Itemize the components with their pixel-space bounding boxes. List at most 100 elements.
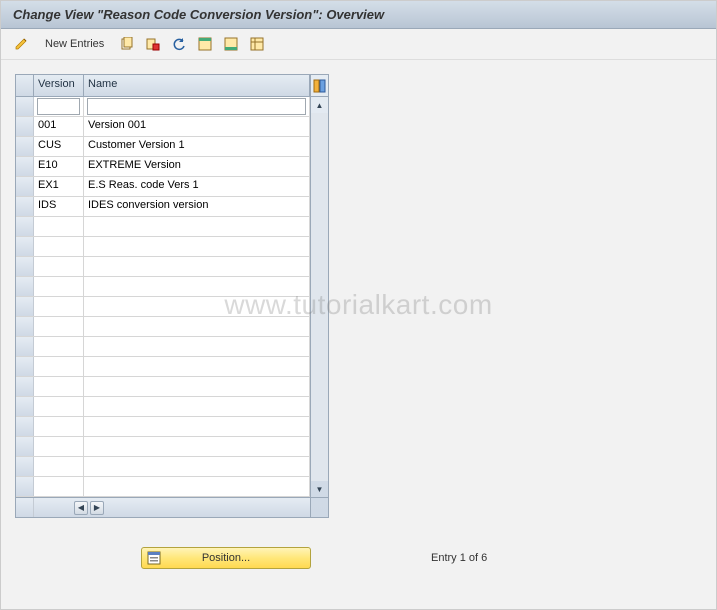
cell-version[interactable] bbox=[34, 377, 84, 396]
position-icon bbox=[146, 550, 162, 566]
table-row bbox=[16, 457, 310, 477]
cell-name[interactable] bbox=[84, 337, 310, 356]
row-selector[interactable] bbox=[16, 437, 34, 456]
table-row bbox=[16, 317, 310, 337]
cell-name[interactable]: Version 001 bbox=[84, 117, 310, 136]
cell-name[interactable] bbox=[84, 477, 310, 496]
scrollbar-track[interactable] bbox=[311, 113, 328, 481]
cell-version[interactable]: E10 bbox=[34, 157, 84, 176]
undo-icon[interactable] bbox=[170, 35, 188, 53]
row-selector[interactable] bbox=[16, 297, 34, 316]
data-table: Version Name 001 Version 001 CUS Custome… bbox=[15, 74, 311, 518]
cell-name[interactable] bbox=[84, 437, 310, 456]
cell-name[interactable]: EXTREME Version bbox=[84, 157, 310, 176]
cell-name[interactable] bbox=[84, 257, 310, 276]
version-input[interactable] bbox=[38, 99, 79, 114]
table-settings-icon[interactable] bbox=[248, 35, 266, 53]
row-selector[interactable] bbox=[16, 457, 34, 476]
table-row bbox=[16, 357, 310, 377]
cell-version[interactable] bbox=[34, 297, 84, 316]
cell-name[interactable] bbox=[84, 297, 310, 316]
new-entries-button[interactable]: New Entries bbox=[39, 36, 110, 52]
cell-version[interactable]: IDS bbox=[34, 197, 84, 216]
scroll-left-icon[interactable]: ◀ bbox=[74, 501, 88, 515]
cell-name[interactable]: Customer Version 1 bbox=[84, 137, 310, 156]
table-row bbox=[16, 337, 310, 357]
cell-name[interactable] bbox=[84, 237, 310, 256]
row-selector[interactable] bbox=[16, 237, 34, 256]
cell-name[interactable] bbox=[84, 217, 310, 236]
cell-version[interactable] bbox=[34, 417, 84, 436]
row-selector[interactable] bbox=[16, 157, 34, 176]
row-selector[interactable] bbox=[16, 417, 34, 436]
table-row bbox=[16, 397, 310, 417]
row-selector[interactable] bbox=[16, 337, 34, 356]
row-selector[interactable] bbox=[16, 97, 34, 116]
cell-name[interactable] bbox=[84, 377, 310, 396]
page-title: Change View "Reason Code Conversion Vers… bbox=[1, 1, 716, 29]
column-header-name[interactable]: Name bbox=[84, 75, 310, 96]
cell-name[interactable] bbox=[84, 277, 310, 296]
scroll-down-icon[interactable]: ▼ bbox=[311, 481, 328, 497]
table-row bbox=[16, 377, 310, 397]
row-selector[interactable] bbox=[16, 257, 34, 276]
cell-version[interactable]: 001 bbox=[34, 117, 84, 136]
row-selector[interactable] bbox=[16, 317, 34, 336]
table-row bbox=[16, 297, 310, 317]
name-input[interactable] bbox=[88, 99, 305, 114]
cell-name[interactable]: IDES conversion version bbox=[84, 197, 310, 216]
row-selector[interactable] bbox=[16, 137, 34, 156]
cell-name[interactable] bbox=[84, 417, 310, 436]
delete-row-icon[interactable] bbox=[144, 35, 162, 53]
select-all-icon[interactable] bbox=[196, 35, 214, 53]
cell-version[interactable] bbox=[34, 277, 84, 296]
row-selector[interactable] bbox=[16, 477, 34, 496]
table-row: 001 Version 001 bbox=[16, 117, 310, 137]
cell-version[interactable]: EX1 bbox=[34, 177, 84, 196]
row-selector[interactable] bbox=[16, 217, 34, 236]
table-row: CUS Customer Version 1 bbox=[16, 137, 310, 157]
cell-version[interactable] bbox=[34, 477, 84, 496]
position-button[interactable]: Position... bbox=[141, 547, 311, 569]
cell-version[interactable] bbox=[34, 237, 84, 256]
cell-version[interactable] bbox=[34, 317, 84, 336]
cell-version[interactable] bbox=[34, 397, 84, 416]
cell-version[interactable] bbox=[34, 217, 84, 236]
horizontal-scrollbar: ◀ ▶ bbox=[16, 497, 310, 517]
table-row bbox=[16, 237, 310, 257]
configure-columns-icon[interactable] bbox=[311, 75, 328, 97]
copy-icon[interactable] bbox=[118, 35, 136, 53]
table-row: IDS IDES conversion version bbox=[16, 197, 310, 217]
position-button-label: Position... bbox=[202, 552, 250, 564]
table-row bbox=[16, 417, 310, 437]
cell-version[interactable] bbox=[34, 257, 84, 276]
column-header-version[interactable]: Version bbox=[34, 75, 84, 96]
cell-version[interactable] bbox=[34, 337, 84, 356]
scroll-up-icon[interactable]: ▲ bbox=[311, 97, 328, 113]
table-row bbox=[16, 277, 310, 297]
row-selector[interactable] bbox=[16, 117, 34, 136]
row-selector[interactable] bbox=[16, 397, 34, 416]
cell-version[interactable] bbox=[34, 457, 84, 476]
table-row bbox=[16, 477, 310, 497]
cell-name[interactable] bbox=[84, 357, 310, 376]
row-selector[interactable] bbox=[16, 197, 34, 216]
scroll-right-icon[interactable]: ▶ bbox=[90, 501, 104, 515]
row-selector[interactable] bbox=[16, 357, 34, 376]
entry-counter: Entry 1 of 6 bbox=[431, 552, 487, 564]
deselect-all-icon[interactable] bbox=[222, 35, 240, 53]
row-selector[interactable] bbox=[16, 377, 34, 396]
cell-name[interactable] bbox=[84, 397, 310, 416]
edit-icon[interactable] bbox=[13, 35, 31, 53]
row-selector[interactable] bbox=[16, 277, 34, 296]
cell-version[interactable]: CUS bbox=[34, 137, 84, 156]
row-selector[interactable] bbox=[16, 177, 34, 196]
select-all-column-header[interactable] bbox=[16, 75, 34, 96]
cell-name[interactable] bbox=[84, 317, 310, 336]
table-row bbox=[16, 437, 310, 457]
cell-version[interactable] bbox=[34, 357, 84, 376]
cell-name[interactable]: E.S Reas. code Vers 1 bbox=[84, 177, 310, 196]
cell-name[interactable] bbox=[84, 457, 310, 476]
cell-version[interactable] bbox=[34, 437, 84, 456]
table-row bbox=[16, 257, 310, 277]
